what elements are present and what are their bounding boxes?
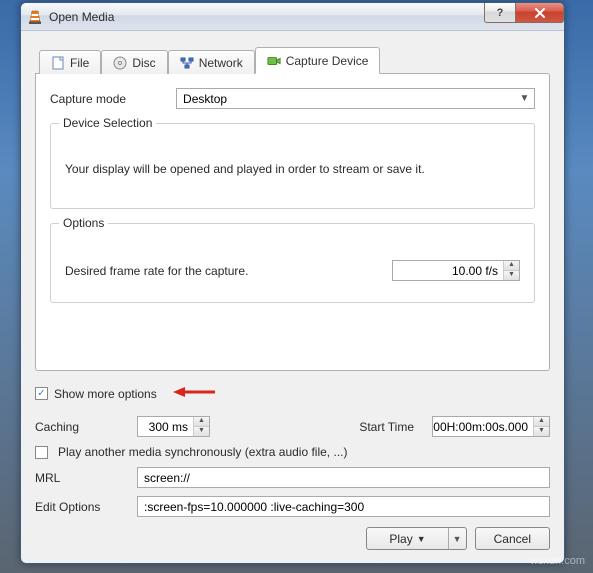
tab-capture-device[interactable]: Capture Device (255, 47, 381, 74)
capture-mode-label: Capture mode (50, 92, 126, 106)
check-icon: ✓ (37, 388, 45, 399)
spinner-down-icon[interactable]: ▼ (504, 271, 519, 281)
help-button[interactable]: ? (484, 3, 516, 23)
options-group: Options Desired frame rate for the captu… (50, 223, 535, 303)
framerate-value: 10.00 f/s (393, 264, 503, 278)
file-icon (51, 56, 65, 70)
device-selection-text: Your display will be opened and played i… (65, 138, 520, 194)
play-another-checkbox[interactable]: ✓ (35, 446, 48, 459)
play-dropdown-caret[interactable]: ▼ (448, 528, 466, 549)
close-button[interactable] (516, 3, 564, 23)
cancel-button-label: Cancel (494, 532, 531, 546)
tab-file-label: File (70, 56, 89, 70)
spinner-down-icon[interactable]: ▼ (194, 427, 209, 437)
advanced-section: Caching 300 ms ▲ ▼ Start Time 00H:00m:00… (35, 414, 550, 517)
edit-options-label: Edit Options (35, 500, 127, 514)
framerate-label: Desired frame rate for the capture. (65, 264, 248, 278)
annotation-arrow-icon (173, 385, 215, 402)
mrl-input[interactable]: screen:// (137, 467, 550, 488)
network-icon (180, 56, 194, 70)
spinner-down-icon[interactable]: ▼ (534, 427, 549, 437)
tab-capture-label: Capture Device (286, 54, 369, 68)
dialog-content: File Disc Network Capture Device (21, 31, 564, 560)
close-icon (534, 8, 546, 18)
device-selection-group: Device Selection Your display will be op… (50, 123, 535, 209)
disc-icon (113, 56, 127, 70)
tab-disc-label: Disc (132, 56, 155, 70)
mrl-label: MRL (35, 471, 127, 485)
window-controls: ? (484, 3, 564, 23)
tab-network[interactable]: Network (168, 50, 255, 74)
show-more-options-row: ✓ Show more options (35, 385, 550, 402)
play-button-label: Play (389, 532, 412, 546)
play-triangle-icon: ▼ (417, 534, 426, 544)
device-selection-title: Device Selection (59, 116, 156, 130)
watermark: wsxdn.com (530, 555, 585, 567)
spinner-up-icon[interactable]: ▲ (194, 417, 209, 427)
chevron-down-icon: ▼ (517, 93, 532, 104)
mrl-value: screen:// (144, 471, 190, 485)
start-time-label: Start Time (359, 420, 414, 434)
check-icon: ✓ (37, 447, 45, 458)
caching-spinner[interactable]: 300 ms ▲ ▼ (137, 416, 210, 437)
show-more-options-checkbox[interactable]: ✓ (35, 387, 48, 400)
capture-panel: Capture mode Desktop ▼ Device Selection … (35, 73, 550, 371)
options-title: Options (59, 216, 108, 230)
window-title: Open Media (49, 10, 114, 24)
spinner-up-icon[interactable]: ▲ (504, 261, 519, 271)
tab-strip: File Disc Network Capture Device (35, 45, 550, 73)
tab-disc[interactable]: Disc (101, 50, 167, 74)
play-another-label: Play another media synchronously (extra … (58, 445, 347, 459)
edit-options-input[interactable]: :screen-fps=10.000000 :live-caching=300 (137, 496, 550, 517)
cancel-button[interactable]: Cancel (475, 527, 550, 550)
framerate-spinner[interactable]: 10.00 f/s ▲ ▼ (392, 260, 520, 281)
titlebar: Open Media ? (21, 3, 564, 31)
tab-network-label: Network (199, 56, 243, 70)
start-time-value: 00H:00m:00s.000 (433, 420, 533, 434)
tab-file[interactable]: File (39, 50, 101, 74)
caching-label: Caching (35, 420, 127, 434)
play-button[interactable]: Play ▼ ▼ (366, 527, 466, 550)
start-time-spinner[interactable]: 00H:00m:00s.000 ▲ ▼ (432, 416, 550, 437)
open-media-dialog: Open Media ? File Disc (20, 2, 565, 564)
capture-mode-value: Desktop (183, 92, 227, 106)
show-more-options-label: Show more options (54, 387, 157, 401)
capture-icon (267, 54, 281, 68)
vlc-icon (27, 9, 43, 25)
dialog-buttons: Play ▼ ▼ Cancel (35, 527, 550, 550)
capture-mode-dropdown[interactable]: Desktop ▼ (176, 88, 535, 109)
edit-options-value: :screen-fps=10.000000 :live-caching=300 (144, 500, 364, 514)
spinner-up-icon[interactable]: ▲ (534, 417, 549, 427)
caching-value: 300 ms (138, 420, 193, 434)
